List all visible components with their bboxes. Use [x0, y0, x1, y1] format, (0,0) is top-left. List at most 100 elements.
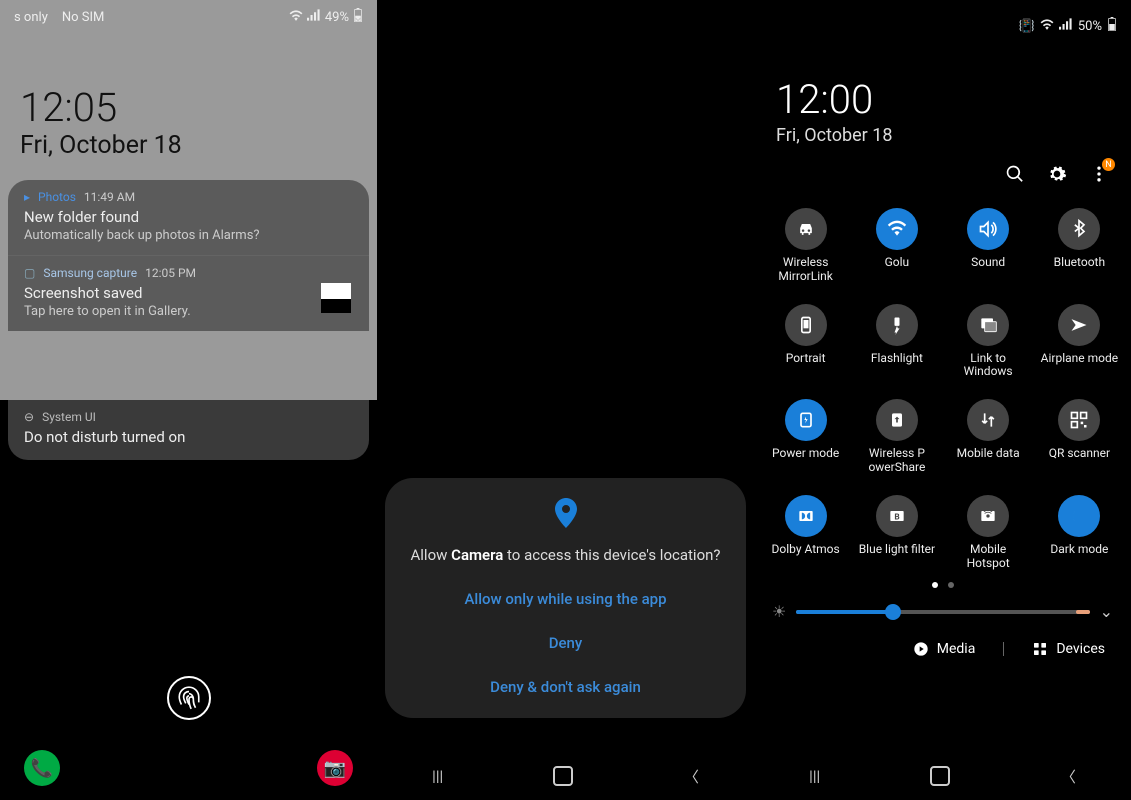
toggle-mobile-data[interactable]: Mobile data — [943, 399, 1034, 475]
qr-icon — [1058, 399, 1100, 441]
toggle-label: Dark mode — [1050, 543, 1108, 557]
toggle-label: Flashlight — [871, 352, 923, 366]
notif-app-name: Samsung capture — [43, 266, 137, 280]
air-icon — [1058, 304, 1100, 346]
devices-button[interactable]: Devices — [1032, 641, 1105, 657]
chevron-down-icon[interactable]: ⌄ — [353, 10, 363, 24]
wifi-icon — [289, 9, 303, 25]
bt-icon — [1058, 208, 1100, 250]
clock-date: Fri, October 18 — [776, 125, 1131, 146]
toggle-label: Blue light filter — [859, 543, 935, 557]
toggle-dolby[interactable]: Dolby Atmos — [760, 495, 851, 571]
notification-photos[interactable]: ⌄ ▸ Photos 11:49 AM New folder found Aut… — [8, 180, 369, 255]
toggle-power-mode[interactable]: Power mode — [760, 399, 851, 475]
allow-while-using-button[interactable]: Allow only while using the app — [403, 590, 728, 608]
permission-dialog: Allow Camera to access this device's loc… — [385, 478, 746, 718]
toggle-label: Wireless MirrorLink — [767, 256, 845, 284]
toggle-label: Bluetooth — [1054, 256, 1105, 270]
toggle-powerShare[interactable]: Wireless P owerShare — [851, 399, 942, 475]
nav-back[interactable]: 〈 — [1061, 766, 1076, 787]
nav-home[interactable] — [930, 766, 950, 786]
brightness-icon: ☀ — [772, 602, 786, 621]
nav-home[interactable] — [553, 766, 573, 786]
notif-body: Tap here to open it in Gallery. — [24, 304, 353, 319]
notif-body: Automatically back up photos in Alarms? — [24, 228, 353, 243]
vibrate-icon: 📳 — [1019, 19, 1035, 34]
portrait-icon — [785, 304, 827, 346]
svg-text:B: B — [894, 512, 899, 522]
toggle-label: Power mode — [772, 447, 839, 461]
deny-button[interactable]: Deny — [403, 634, 728, 652]
clock-time: 12:05 — [20, 84, 357, 131]
toggle-label: Sound — [971, 256, 1005, 270]
toggle-wireless-mirrorlink[interactable]: Wireless MirrorLink — [760, 208, 851, 284]
nav-recents[interactable]: ||| — [432, 767, 443, 785]
notif-title: New folder found — [24, 208, 353, 226]
battery-percent: 50% — [1078, 19, 1102, 34]
notif-time: 11:49 AM — [84, 190, 135, 204]
screenshot-thumb[interactable] — [321, 283, 351, 313]
toggle-flashlight[interactable]: Flashlight — [851, 304, 942, 380]
deny-dont-ask-button[interactable]: Deny & don't ask again — [403, 678, 728, 696]
phone-app-icon[interactable]: 📞 — [24, 750, 60, 786]
search-icon[interactable] — [1005, 164, 1025, 188]
permission-panel: Allow Camera to access this device's loc… — [377, 0, 754, 800]
camera-app-icon[interactable]: 📷 — [317, 750, 353, 786]
status-bar: 📳 50% — [754, 0, 1131, 46]
toggle-bluelight[interactable]: B Blue light filter — [851, 495, 942, 571]
chevron-down-icon[interactable]: ⌄ — [1100, 602, 1113, 621]
hotspot-icon — [967, 495, 1009, 537]
toggle-qr[interactable]: QR scanner — [1034, 399, 1125, 475]
toggle-label: Golu — [885, 256, 910, 270]
brightness-slider[interactable] — [796, 610, 1089, 614]
clock-date: Fri, October 18 — [20, 131, 357, 160]
notif-app-icon: ▢ — [24, 266, 35, 280]
notif-app-name: System UI — [42, 410, 96, 424]
notification-badge: N — [1102, 158, 1115, 171]
more-icon[interactable]: N — [1089, 164, 1109, 188]
wifi-icon — [1040, 18, 1054, 34]
location-icon — [403, 498, 728, 532]
toggle-label: Airplane mode — [1041, 352, 1118, 366]
toggle-label: Dolby Atmos — [772, 543, 840, 557]
toggle-portrait[interactable]: Portrait — [760, 304, 851, 380]
lockscreen-panel: s only No SIM 49% 12:05 — [0, 0, 377, 800]
notif-time: 12:05 PM — [145, 266, 196, 280]
nav-recents[interactable]: ||| — [809, 767, 820, 785]
battery-percent: 49% — [325, 10, 349, 25]
share-icon — [876, 399, 918, 441]
notif-app-icon: ⊖ — [24, 410, 34, 424]
signal-icon — [1059, 18, 1073, 34]
signal-icon — [307, 9, 321, 25]
status-sim: No SIM — [62, 10, 105, 25]
dark-icon — [1058, 495, 1100, 537]
wifi-icon — [876, 208, 918, 250]
notif-title: Screenshot saved — [24, 284, 353, 302]
toggle-label: QR scanner — [1049, 447, 1110, 461]
toggle-wifi[interactable]: Golu — [851, 208, 942, 284]
notification-screenshot[interactable]: ⌄ ▢ Samsung capture 12:05 PM Screenshot … — [8, 255, 369, 331]
toggle-label: Wireless P owerShare — [858, 447, 936, 475]
toggle-sound[interactable]: Sound — [943, 208, 1034, 284]
sound-icon — [967, 208, 1009, 250]
status-carrier: s only — [14, 10, 48, 25]
toggle-label: Portrait — [786, 352, 826, 366]
toggle-bluetooth[interactable]: Bluetooth — [1034, 208, 1125, 284]
toggle-airplane[interactable]: Airplane mode — [1034, 304, 1125, 380]
power-icon — [785, 399, 827, 441]
quick-settings-panel: 📳 50% 12:00 Fri, October 18 N Wireless — [754, 0, 1131, 800]
data-icon — [967, 399, 1009, 441]
toggle-hotspot[interactable]: Mobile Hotspot — [943, 495, 1034, 571]
toggle-link-windows[interactable]: Link to Windows — [943, 304, 1034, 380]
nav-back[interactable]: 〈 — [684, 766, 699, 787]
notification-dnd[interactable]: ⌄ ⊖ System UI Do not disturb turned on — [8, 400, 369, 460]
fingerprint-icon[interactable] — [167, 676, 211, 720]
gear-icon[interactable] — [1047, 164, 1067, 188]
media-button[interactable]: Media — [913, 641, 976, 657]
notif-app-name: Photos — [38, 190, 76, 204]
toggle-dark[interactable]: Dark mode — [1034, 495, 1125, 571]
permission-message: Allow Camera to access this device's loc… — [403, 546, 728, 564]
car-icon — [785, 208, 827, 250]
toggle-label: Mobile data — [957, 447, 1020, 461]
notif-app-icon: ▸ — [24, 190, 30, 204]
